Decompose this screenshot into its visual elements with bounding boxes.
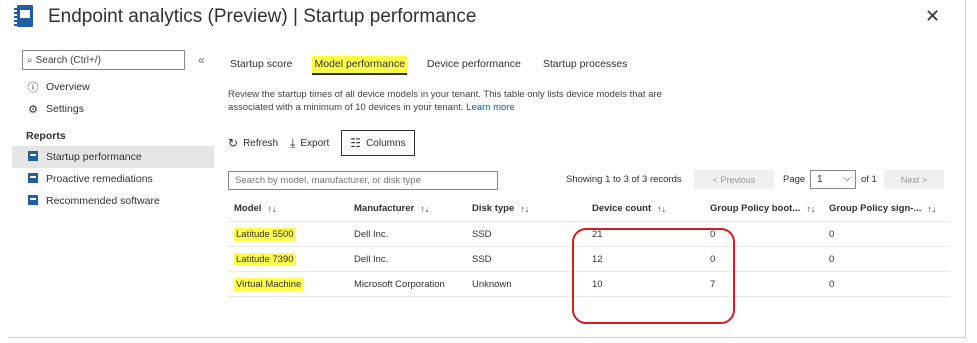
model-cell[interactable]: Latitude 7390: [234, 252, 296, 266]
tab-startup-score[interactable]: Startup score: [228, 56, 294, 72]
blade-header: Endpoint analytics (Preview) | Startup p…: [14, 2, 476, 32]
refresh-label: Refresh: [243, 137, 279, 149]
sidebar-search-placeholder: Search (Ctrl+/): [35, 54, 101, 66]
disk-type-cell: SSD: [472, 253, 492, 265]
report-icon: [26, 194, 40, 208]
download-icon: ⤓: [290, 135, 296, 150]
filter-row: Showing 1 to 3 of 3 records < Previous P…: [228, 170, 950, 190]
column-header-device-count[interactable]: Device count ↑↓: [592, 196, 666, 221]
sort-icon: ↑↓: [657, 203, 667, 214]
manufacturer-cell: Dell Inc.: [354, 228, 389, 240]
close-icon[interactable]: ✕: [925, 6, 940, 27]
gp-boot-cell: 7: [710, 278, 716, 290]
disk-type-cell: Unknown: [472, 278, 512, 290]
sort-icon: ↑↓: [927, 203, 937, 214]
sidebar-item-overview[interactable]: ⓘ Overview: [22, 76, 214, 98]
page-label: Page: [783, 174, 806, 185]
endpoint-analytics-icon: [14, 5, 34, 29]
gp-signin-cell: 0: [829, 228, 835, 240]
column-header-gp-boot[interactable]: Group Policy boot... ↑↓: [710, 196, 815, 221]
report-icon: [26, 172, 40, 186]
collapse-sidebar-icon[interactable]: «: [198, 53, 205, 67]
previous-button[interactable]: < Previous: [694, 170, 774, 189]
chevron-down-icon: ⌵: [843, 173, 851, 184]
learn-more-link[interactable]: Learn more: [466, 102, 515, 113]
table-row[interactable]: Latitude 7390 Dell Inc. SSD 12 0 0: [228, 247, 950, 272]
sidebar-item-proactive-remediations[interactable]: Proactive remediations: [22, 168, 214, 190]
next-button[interactable]: Next >: [884, 170, 944, 189]
sidebar-search-input[interactable]: ⌕ Search (Ctrl+/): [22, 50, 185, 70]
record-count: Showing 1 to 3 of 3 records: [566, 174, 682, 185]
column-header-manufacturer[interactable]: Manufacturer ↑↓: [354, 196, 429, 221]
sidebar-item-recommended-software[interactable]: Recommended software: [22, 190, 214, 212]
reports-section-label: Reports: [26, 130, 66, 142]
sidebar-item-label: Startup performance: [46, 151, 142, 163]
column-header-model[interactable]: Model ↑↓: [234, 196, 276, 221]
columns-label: Columns: [366, 137, 406, 149]
refresh-button[interactable]: ↻ Refresh: [228, 136, 278, 150]
table-row[interactable]: Virtual Machine Microsoft Corporation Un…: [228, 272, 950, 297]
sort-icon: ↑↓: [806, 203, 816, 214]
tab-startup-processes[interactable]: Startup processes: [541, 56, 630, 72]
tab-device-performance[interactable]: Device performance: [425, 56, 523, 72]
sidebar-item-label: Overview: [46, 81, 90, 93]
export-button[interactable]: ⤓ Export: [290, 136, 329, 151]
gear-icon: ⚙: [28, 103, 38, 116]
refresh-icon: ↻: [228, 136, 239, 150]
sort-icon: ↑↓: [420, 203, 430, 214]
page-total: of 1: [861, 174, 877, 185]
column-header-disk-type[interactable]: Disk type ↑↓: [472, 196, 529, 221]
model-cell[interactable]: Virtual Machine: [234, 277, 304, 291]
device-count-cell: 10: [592, 278, 603, 290]
page-select-value: 1: [817, 174, 823, 185]
export-label: Export: [300, 137, 330, 149]
description-text: Review the startup times of all device m…: [228, 89, 662, 113]
columns-icon: ☷: [350, 136, 362, 150]
toolbar: ↻ Refresh ⤓ Export ☷ Columns: [228, 130, 950, 156]
report-icon: [26, 150, 40, 164]
tab-bar: Startup score Model performance Device p…: [228, 56, 950, 80]
manufacturer-cell: Microsoft Corporation: [354, 278, 445, 290]
main-content: Startup score Model performance Device p…: [228, 56, 950, 297]
table-search-input[interactable]: [228, 170, 498, 190]
manufacturer-cell: Dell Inc.: [354, 253, 389, 265]
gp-boot-cell: 0: [710, 253, 716, 265]
sidebar-item-label: Recommended software: [46, 195, 160, 207]
tab-model-performance[interactable]: Model performance: [312, 56, 407, 75]
sidebar: ⌕ Search (Ctrl+/) « ⓘ Overview ⚙ Setting…: [12, 50, 214, 212]
sidebar-item-label: Settings: [46, 103, 84, 115]
model-performance-table: Model ↑↓ Manufacturer ↑↓ Disk type ↑↓ Devic…: [228, 196, 950, 297]
page-select[interactable]: 1 ⌵: [810, 170, 856, 189]
gp-signin-cell: 0: [829, 278, 835, 290]
sort-icon: ↑↓: [267, 203, 277, 214]
disk-type-cell: SSD: [472, 228, 492, 240]
table-row[interactable]: Latitude 5500 Dell Inc. SSD 21 0 0: [228, 222, 950, 247]
search-icon: ⌕: [27, 54, 33, 66]
description: Review the startup times of all device m…: [228, 88, 698, 114]
device-count-cell: 21: [592, 228, 603, 240]
columns-button[interactable]: ☷ Columns: [341, 130, 415, 156]
column-header-gp-signin[interactable]: Group Policy sign-... ↑↓: [829, 196, 936, 221]
page-title: Endpoint analytics (Preview) | Startup p…: [48, 6, 477, 27]
info-icon: ⓘ: [27, 82, 39, 94]
gp-signin-cell: 0: [829, 253, 835, 265]
sidebar-item-startup-performance[interactable]: Startup performance: [12, 146, 214, 168]
device-count-cell: 12: [592, 253, 603, 265]
model-cell[interactable]: Latitude 5500: [234, 227, 296, 241]
gp-boot-cell: 0: [710, 228, 716, 240]
sidebar-item-label: Proactive remediations: [46, 173, 153, 185]
table-header-row: Model ↑↓ Manufacturer ↑↓ Disk type ↑↓ Devic…: [228, 196, 950, 222]
sidebar-item-settings[interactable]: ⚙ Settings: [22, 98, 214, 120]
sort-icon: ↑↓: [520, 203, 530, 214]
